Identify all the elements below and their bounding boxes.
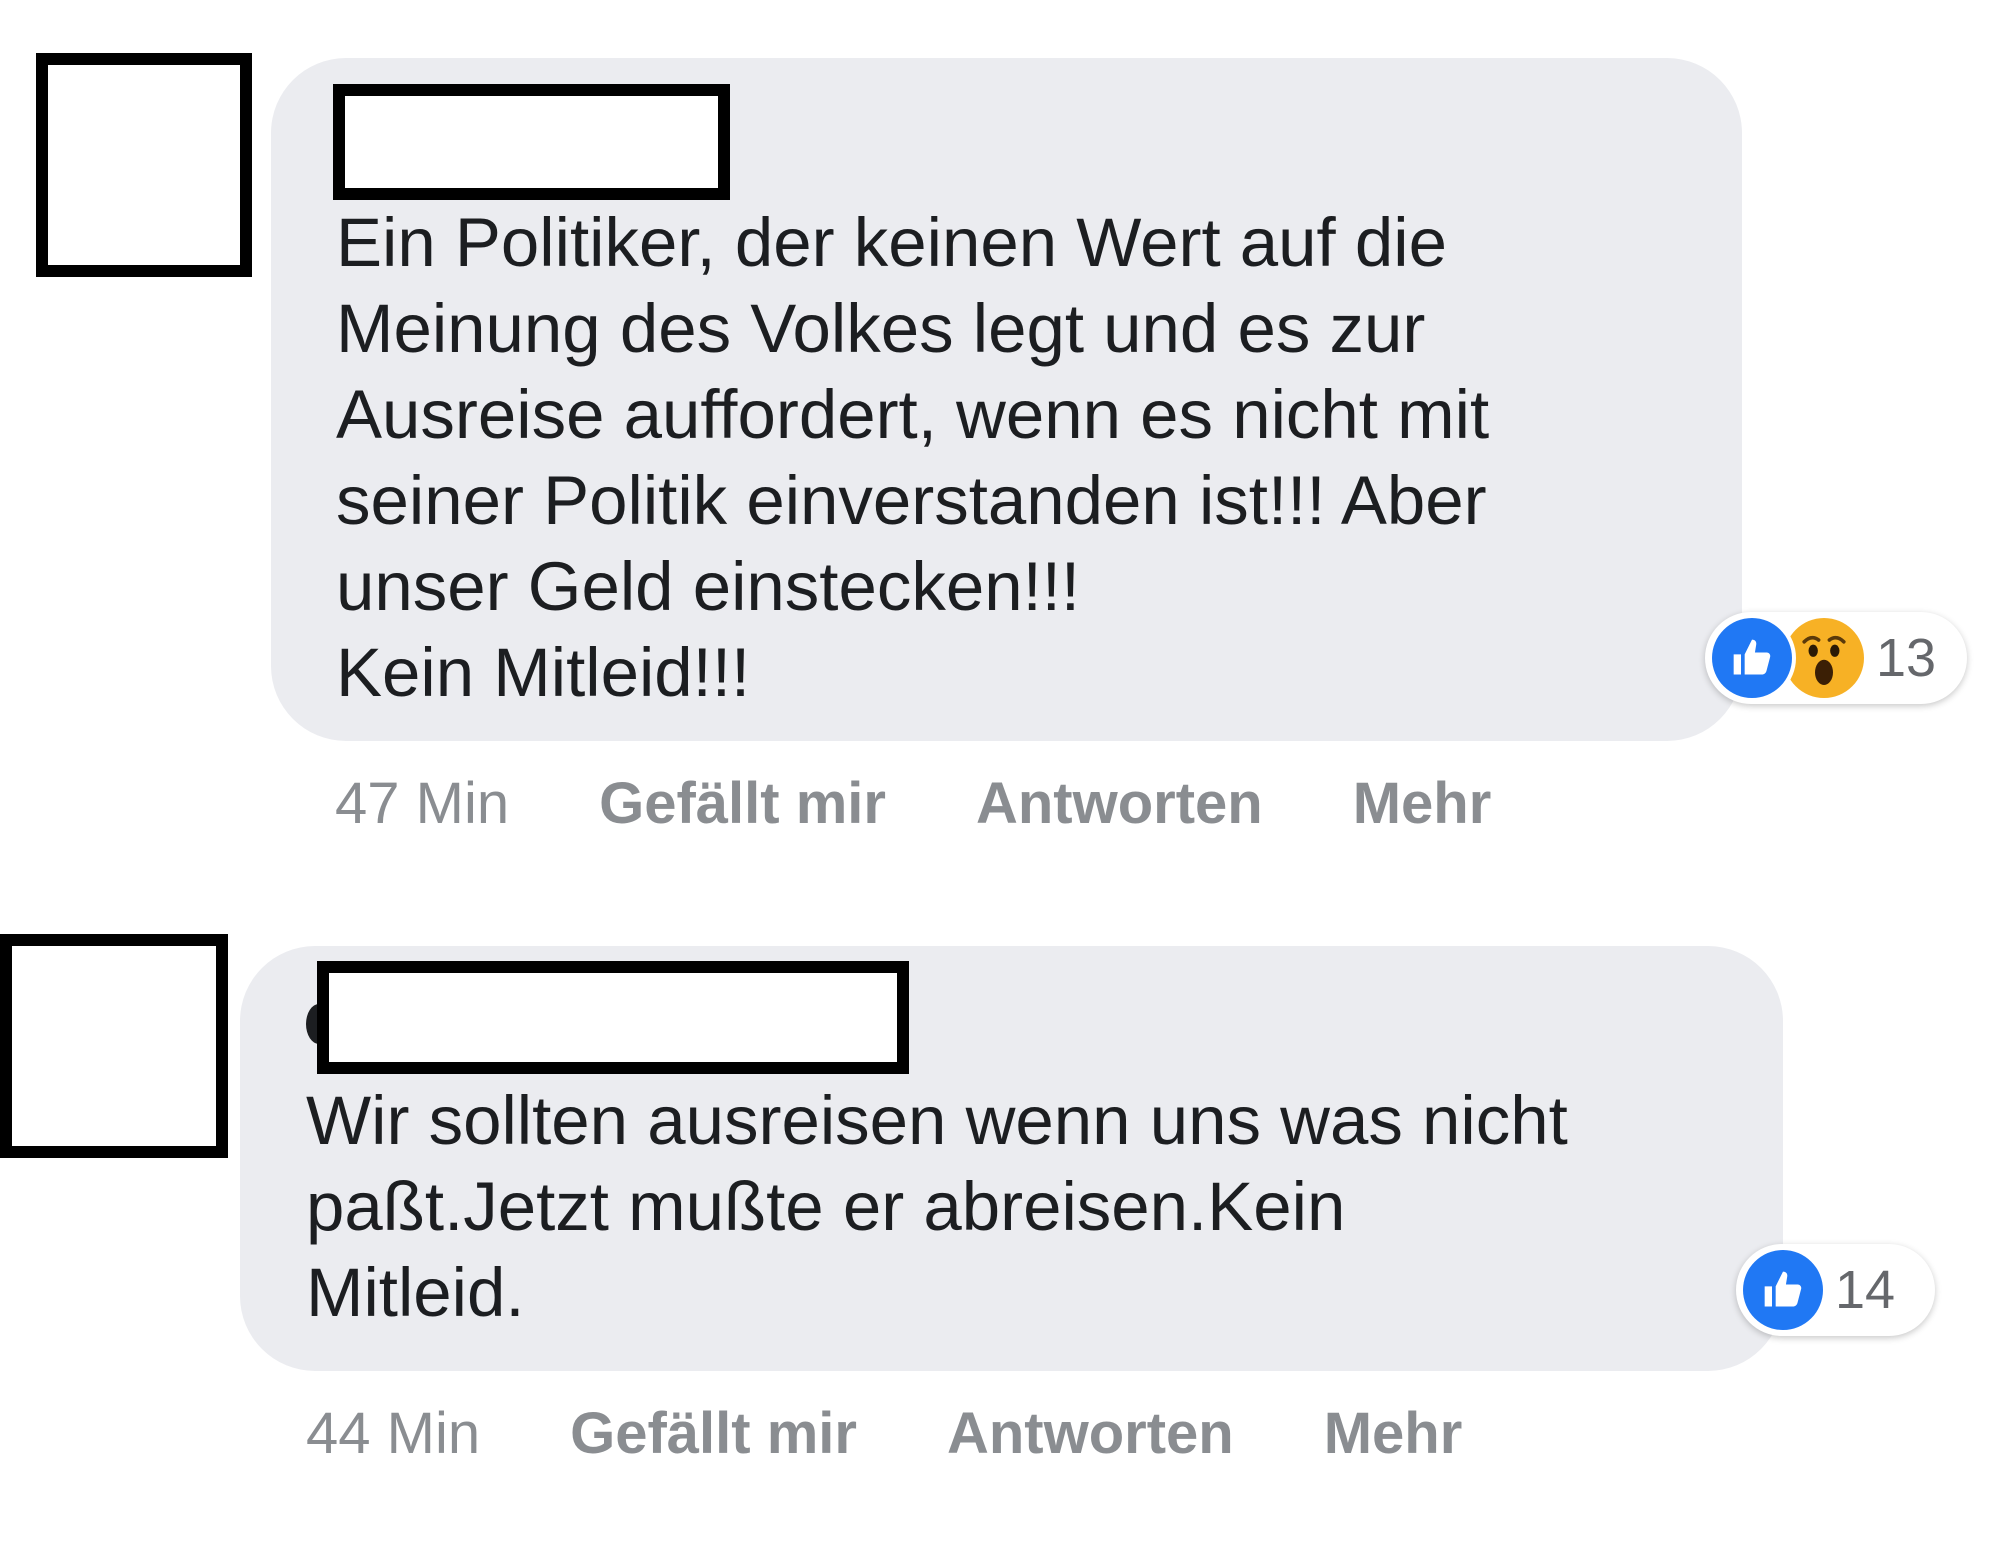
comment-1: Ein Politiker, der keinen Wert auf die M… <box>0 0 1999 880</box>
like-button[interactable]: Gefällt mir <box>599 770 886 837</box>
comment-timestamp[interactable]: 44 Min <box>306 1400 480 1467</box>
wow-icon <box>1784 618 1864 698</box>
reaction-summary[interactable]: 14 <box>1736 1244 1935 1336</box>
like-icon <box>1743 1250 1823 1330</box>
avatar-redacted[interactable] <box>36 53 252 277</box>
avatar-redacted[interactable] <box>0 934 228 1158</box>
comment-2: Wir sollten ausreisen wenn uns was nicht… <box>0 900 1999 1566</box>
reply-button[interactable]: Antworten <box>947 1400 1234 1467</box>
like-icon <box>1712 618 1792 698</box>
comment-bubble: Wir sollten ausreisen wenn uns was nicht… <box>240 946 1783 1371</box>
comment-text: Wir sollten ausreisen wenn uns was nicht… <box>306 1082 1568 1331</box>
more-button[interactable]: Mehr <box>1353 770 1492 837</box>
comment-actions: 44 Min Gefällt mir Antworten Mehr <box>306 1400 1462 1467</box>
reaction-summary[interactable]: 13 <box>1705 612 1967 704</box>
reply-button[interactable]: Antworten <box>976 770 1263 837</box>
comment-timestamp[interactable]: 47 Min <box>335 770 509 837</box>
comment-actions: 47 Min Gefällt mir Antworten Mehr <box>335 770 1491 837</box>
like-button[interactable]: Gefällt mir <box>570 1400 857 1467</box>
comment-text: Ein Politiker, der keinen Wert auf die M… <box>336 204 1490 711</box>
reaction-count: 13 <box>1876 628 1937 688</box>
comment-bubble: Ein Politiker, der keinen Wert auf die M… <box>271 58 1742 741</box>
author-name-redacted[interactable] <box>317 961 909 1074</box>
reaction-count: 14 <box>1835 1260 1896 1320</box>
author-name-redacted[interactable] <box>333 84 730 200</box>
more-button[interactable]: Mehr <box>1324 1400 1463 1467</box>
